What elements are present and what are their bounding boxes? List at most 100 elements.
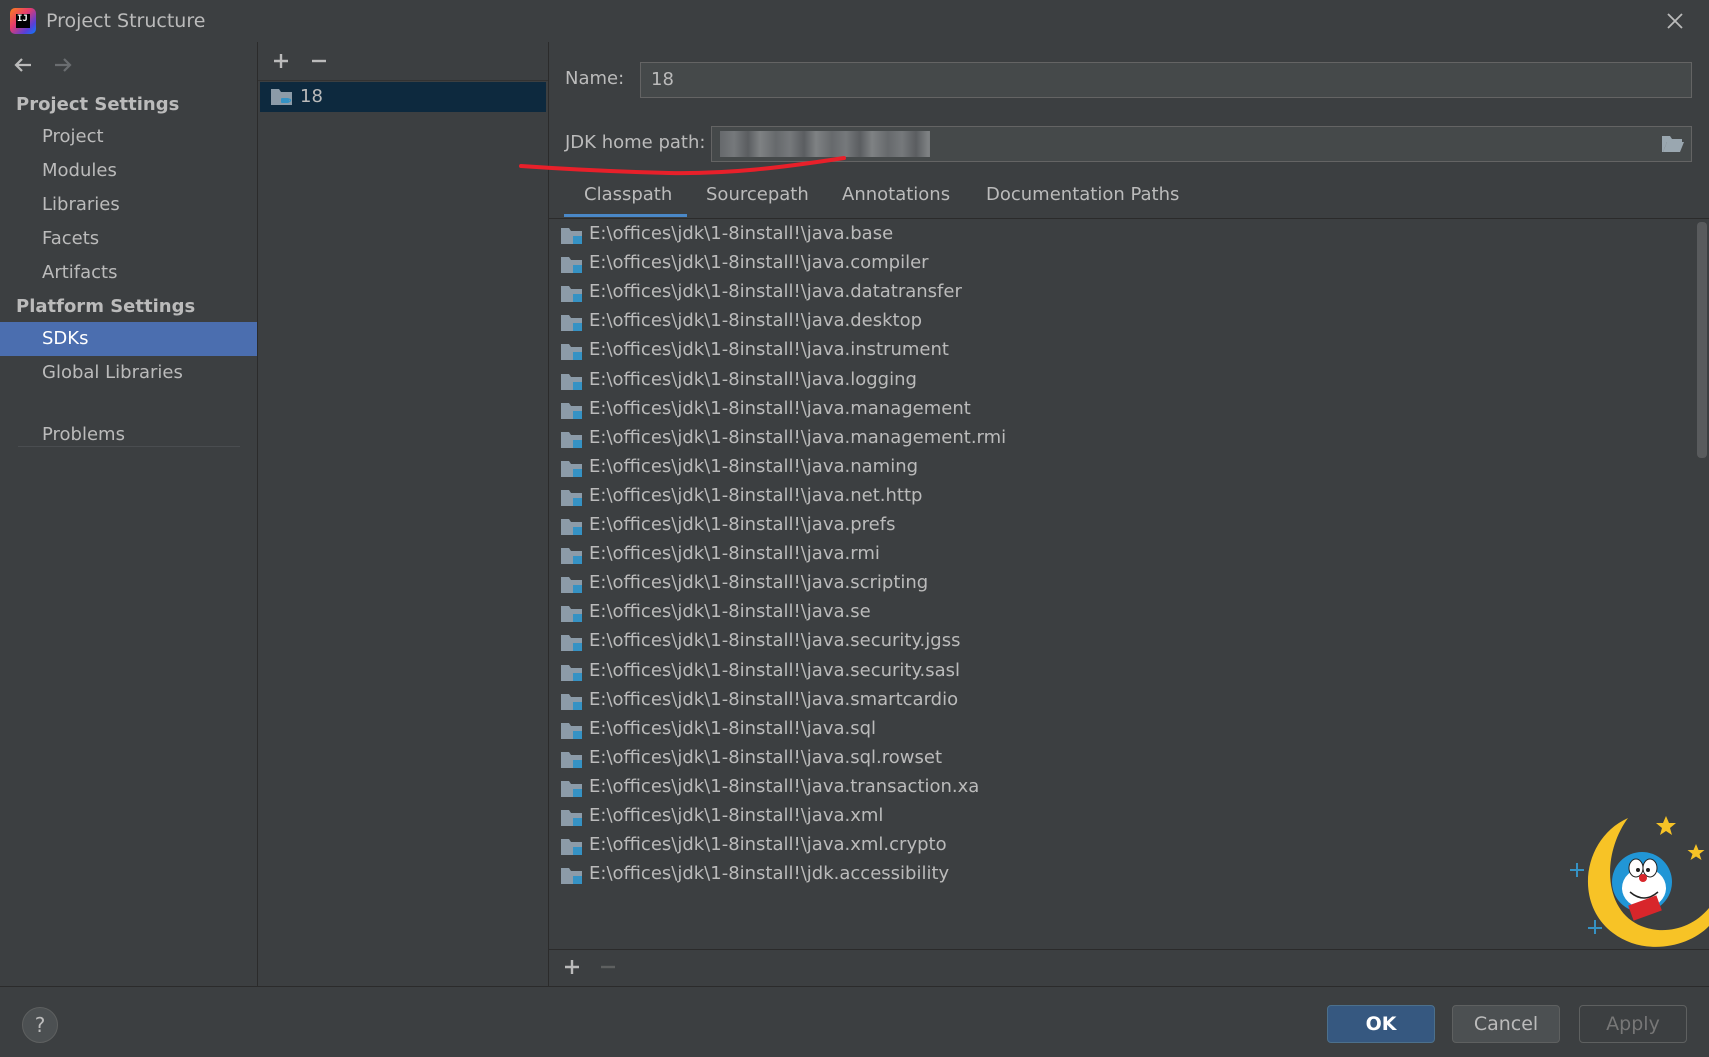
classpath-row[interactable]: E:\offices\jdk\1-8install!\java.desktop — [549, 307, 1689, 338]
classpath-row[interactable]: E:\offices\jdk\1-8install!\jdk.accessibi… — [549, 860, 1689, 891]
classpath-entry: E:\offices\jdk\1-8install!\java.smartcar… — [589, 688, 959, 710]
classpath-row[interactable]: E:\offices\jdk\1-8install!\java.compiler — [549, 249, 1689, 280]
ok-button[interactable]: OK — [1327, 1005, 1435, 1043]
classpath-row[interactable]: E:\offices\jdk\1-8install!\java.manageme… — [549, 424, 1689, 455]
name-label: Name: — [565, 68, 625, 89]
sdk-name: 18 — [300, 86, 323, 107]
classpath-row[interactable]: E:\offices\jdk\1-8install!\java.instrume… — [549, 336, 1689, 367]
folder-icon — [561, 577, 582, 594]
folder-icon — [561, 839, 582, 856]
tab-annotations[interactable]: Annotations — [842, 176, 972, 214]
classpath-entry: E:\offices\jdk\1-8install!\java.se — [589, 601, 871, 623]
folder-icon — [561, 751, 582, 768]
classpath-toolbar — [549, 949, 1709, 987]
folder-icon — [561, 606, 582, 623]
sidebar-item-project[interactable]: Project — [0, 120, 257, 154]
folder-icon — [561, 402, 582, 419]
sdk-list-toolbar — [258, 42, 548, 81]
classpath-scrollbar[interactable] — [1697, 222, 1707, 458]
doraemon-mascot-icon — [1570, 816, 1709, 947]
classpath-entry: E:\offices\jdk\1-8install!\java.transact… — [589, 775, 980, 797]
classpath-entry: E:\offices\jdk\1-8install!\java.net.http — [589, 484, 923, 506]
sidebar-item-facets[interactable]: Facets — [0, 222, 257, 256]
classpath-row[interactable]: E:\offices\jdk\1-8install!\java.xml.cryp… — [549, 831, 1689, 862]
classpath-row[interactable]: E:\offices\jdk\1-8install!\java.transact… — [549, 773, 1689, 804]
back-arrow-icon[interactable] — [10, 52, 36, 78]
help-button[interactable]: ? — [22, 1007, 58, 1043]
tab-documentation-paths[interactable]: Documentation Paths — [986, 176, 1186, 214]
folder-icon — [561, 286, 582, 303]
forward-arrow-icon[interactable] — [50, 52, 76, 78]
classpath-entry: E:\offices\jdk\1-8install!\java.rmi — [589, 543, 880, 565]
sidebar-item-global-libraries[interactable]: Global Libraries — [0, 356, 257, 390]
classpath-row[interactable]: E:\offices\jdk\1-8install!\java.logging — [549, 366, 1689, 397]
jdk-home-path-label: JDK home path: — [565, 132, 706, 153]
folder-icon — [561, 722, 582, 739]
classpath-entry: E:\offices\jdk\1-8install!\java.manageme… — [589, 426, 1007, 448]
platform-settings-header: Platform Settings — [16, 296, 196, 317]
classpath-entry: E:\offices\jdk\1-8install!\java.prefs — [589, 514, 896, 535]
name-input[interactable]: 18 — [640, 62, 1692, 98]
sdk-details-panel: Name: 18 JDK home path: Classpath Source… — [519, 42, 1709, 987]
classpath-row[interactable]: E:\offices\jdk\1-8install!\java.smartcar… — [549, 686, 1689, 717]
cancel-button[interactable]: Cancel — [1452, 1005, 1560, 1043]
classpath-row[interactable]: E:\offices\jdk\1-8install!\java.security… — [549, 657, 1689, 688]
add-sdk-button[interactable] — [268, 48, 294, 74]
classpath-entry: E:\offices\jdk\1-8install!\java.compiler — [589, 252, 929, 274]
remove-path-button[interactable] — [595, 954, 621, 980]
project-settings-header: Project Settings — [16, 94, 180, 115]
sidebar-item-problems[interactable]: Problems — [0, 418, 257, 452]
classpath-entry: E:\offices\jdk\1-8install!\java.security… — [589, 630, 961, 652]
classpath-row[interactable]: E:\offices\jdk\1-8install!\java.scriptin… — [549, 569, 1689, 600]
classpath-row[interactable]: E:\offices\jdk\1-8install!\java.sql.rows… — [549, 744, 1689, 775]
tab-sourcepath[interactable]: Sourcepath — [706, 176, 826, 214]
folder-icon — [561, 810, 582, 826]
folder-icon — [561, 257, 582, 274]
classpath-row[interactable]: E:\offices\jdk\1-8install!\java.security… — [549, 627, 1689, 658]
folder-icon — [561, 635, 582, 652]
classpath-entry: E:\offices\jdk\1-8install!\java.xml.cryp… — [589, 834, 947, 856]
classpath-list[interactable]: E:\offices\jdk\1-8install!\java.base E:\o… — [549, 219, 1697, 949]
classpath-entry: E:\offices\jdk\1-8install!\java.sql.rows… — [589, 746, 943, 768]
apply-button[interactable]: Apply — [1579, 1005, 1687, 1043]
classpath-entry: E:\offices\jdk\1-8install!\java.manageme… — [589, 397, 971, 419]
folder-icon — [561, 460, 582, 477]
folder-icon — [561, 431, 582, 448]
sidebar-item-artifacts[interactable]: Artifacts — [0, 256, 257, 290]
classpath-row[interactable]: E:\offices\jdk\1-8install!\java.naming — [549, 453, 1689, 484]
sdk-folder-icon — [271, 89, 292, 105]
classpath-entry: E:\offices\jdk\1-8install!\java.logging — [589, 368, 917, 390]
sidebar-item-libraries[interactable]: Libraries — [0, 188, 257, 222]
sidebar: Project Settings Project Modules Librari… — [0, 42, 258, 986]
classpath-entry: E:\offices\jdk\1-8install!\java.xml — [589, 805, 884, 826]
classpath-entry: E:\offices\jdk\1-8install!\java.naming — [589, 455, 919, 477]
classpath-row[interactable]: E:\offices\jdk\1-8install!\java.prefs — [549, 511, 1689, 542]
close-icon[interactable] — [1660, 6, 1690, 36]
folder-icon — [561, 228, 582, 244]
title-bar: IJ Project Structure — [0, 0, 1709, 42]
classpath-row[interactable]: E:\offices\jdk\1-8install!\java.base — [549, 220, 1689, 251]
window-title: Project Structure — [46, 10, 206, 32]
classpath-row[interactable]: E:\offices\jdk\1-8install!\java.xml — [549, 802, 1689, 833]
classpath-row[interactable]: E:\offices\jdk\1-8install!\java.net.http — [549, 482, 1689, 513]
sdk-list-item[interactable]: 18 — [260, 82, 546, 112]
folder-icon — [561, 548, 582, 565]
dialog-button-bar: ? OK Cancel Apply — [0, 986, 1709, 1057]
tab-classpath[interactable]: Classpath — [564, 176, 687, 217]
classpath-row[interactable]: E:\offices\jdk\1-8install!\java.datatran… — [549, 278, 1689, 309]
folder-icon — [561, 780, 582, 797]
classpath-entry: E:\offices\jdk\1-8install!\java.base — [589, 223, 894, 244]
classpath-row[interactable]: E:\offices\jdk\1-8install!\java.se — [549, 598, 1689, 629]
classpath-row[interactable]: E:\offices\jdk\1-8install!\java.sql — [549, 715, 1689, 746]
browse-folder-icon[interactable] — [1661, 133, 1685, 155]
classpath-row[interactable]: E:\offices\jdk\1-8install!\java.manageme… — [549, 395, 1689, 426]
remove-sdk-button[interactable] — [306, 48, 332, 74]
sidebar-item-modules[interactable]: Modules — [0, 154, 257, 188]
jdk-home-path-input[interactable] — [711, 126, 1692, 162]
folder-icon — [561, 664, 582, 681]
add-path-button[interactable] — [559, 954, 585, 980]
folder-icon — [561, 315, 582, 332]
classpath-row[interactable]: E:\offices\jdk\1-8install!\java.rmi — [549, 540, 1689, 571]
classpath-entry: E:\offices\jdk\1-8install!\java.desktop — [589, 310, 923, 332]
sidebar-item-sdks[interactable]: SDKs — [0, 322, 257, 356]
